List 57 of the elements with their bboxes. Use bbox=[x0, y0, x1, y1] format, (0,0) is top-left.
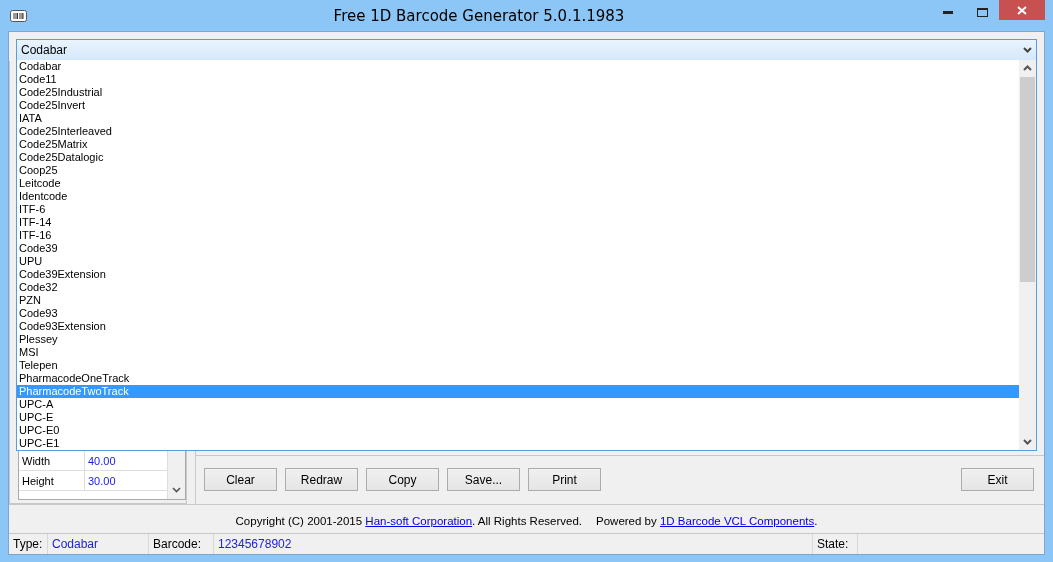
dropdown-option[interactable]: ITF-6 bbox=[17, 203, 1019, 216]
dropdown-option[interactable]: Code25Matrix bbox=[17, 138, 1019, 151]
footer-text: Powered by 1D Barcode VCL Components. bbox=[596, 515, 818, 527]
dropdown-option[interactable]: Telepen bbox=[17, 359, 1019, 372]
barcode-type-dropdown[interactable]: Codabar bbox=[16, 39, 1037, 61]
dropdown-option[interactable]: Coop25 bbox=[17, 164, 1019, 177]
dropdown-option[interactable]: Code25Industrial bbox=[17, 86, 1019, 99]
status-value: 12345678902 bbox=[214, 534, 813, 554]
dropdown-option[interactable]: Code25Invert bbox=[17, 99, 1019, 112]
minimize-icon bbox=[943, 10, 953, 14]
barcode-icon bbox=[10, 9, 27, 22]
action-button[interactable]: Print bbox=[528, 468, 601, 491]
property-name: Height bbox=[19, 471, 85, 490]
status-value: Codabar bbox=[48, 534, 149, 554]
dropdown-option[interactable]: Code39 bbox=[17, 242, 1019, 255]
property-value[interactable]: 40.00 bbox=[85, 451, 116, 470]
dropdown-option[interactable]: Leitcode bbox=[17, 177, 1019, 190]
exit-button[interactable]: Exit bbox=[961, 468, 1034, 491]
window-title: Free 1D Barcode Generator 5.0.1.1983 bbox=[332, 6, 626, 25]
dropdown-option[interactable]: UPU bbox=[17, 255, 1019, 268]
status-label: Barcode: bbox=[149, 534, 214, 554]
dropdown-option[interactable]: Codabar bbox=[17, 60, 1019, 73]
dropdown-option[interactable]: IATA bbox=[17, 112, 1019, 125]
status-label: State: bbox=[813, 534, 858, 554]
dropdown-option[interactable]: Code25Interleaved bbox=[17, 125, 1019, 138]
status-label: Type: bbox=[9, 534, 48, 554]
footer-text: Copyright (C) 2001-2015 Han-soft Corporation. All Rights Reserved. bbox=[235, 515, 582, 527]
action-button[interactable]: Copy bbox=[366, 468, 439, 491]
dropdown-option[interactable]: UPC-E bbox=[17, 411, 1019, 424]
action-button[interactable]: Save... bbox=[447, 468, 520, 491]
dropdown-option[interactable]: Code93Extension bbox=[17, 320, 1019, 333]
dropdown-option[interactable]: ITF-14 bbox=[17, 216, 1019, 229]
property-value[interactable]: 30.00 bbox=[85, 471, 116, 490]
dropdown-option[interactable]: PZN bbox=[17, 294, 1019, 307]
dropdown-option[interactable]: Code39Extension bbox=[17, 268, 1019, 281]
dropdown-option[interactable]: Code32 bbox=[17, 281, 1019, 294]
property-name: Width bbox=[19, 451, 85, 470]
chevron-down-icon[interactable] bbox=[172, 487, 181, 493]
dropdown-option[interactable]: PharmacodeOneTrack bbox=[17, 372, 1019, 385]
close-icon bbox=[1017, 5, 1027, 15]
action-button[interactable]: Redraw bbox=[285, 468, 358, 491]
scrollbar[interactable] bbox=[1019, 60, 1036, 450]
maximize-icon bbox=[976, 7, 988, 17]
scrollbar-thumb[interactable] bbox=[1020, 77, 1035, 282]
dropdown-option[interactable]: Code11 bbox=[17, 73, 1019, 86]
chevron-down-icon bbox=[1023, 47, 1032, 53]
dropdown-option[interactable]: UPC-E1 bbox=[17, 437, 1019, 450]
dropdown-option[interactable]: UPC-E0 bbox=[17, 424, 1019, 437]
dropdown-option[interactable]: Code93 bbox=[17, 307, 1019, 320]
dropdown-option[interactable]: UPC-A bbox=[17, 398, 1019, 411]
dropdown-option[interactable]: Plessey bbox=[17, 333, 1019, 346]
dropdown-option[interactable]: ITF-16 bbox=[17, 229, 1019, 242]
close-button[interactable] bbox=[999, 0, 1045, 20]
dropdown-option[interactable]: Code25Datalogic bbox=[17, 151, 1019, 164]
dropdown-option[interactable]: MSI bbox=[17, 346, 1019, 359]
dropdown-option[interactable]: Identcode bbox=[17, 190, 1019, 203]
action-button[interactable]: Clear bbox=[204, 468, 277, 491]
